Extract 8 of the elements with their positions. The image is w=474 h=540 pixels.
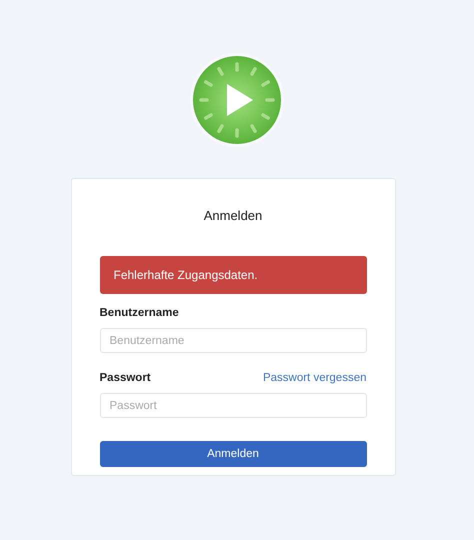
login-title: Anmelden	[202, 208, 264, 224]
username-field[interactable]: Benutzername	[100, 328, 366, 353]
field-label: Benutzername	[100, 307, 179, 319]
error-alert: Fehlerhafte Zugangsdaten.	[100, 256, 366, 294]
password-field[interactable]: Passwort	[100, 393, 366, 418]
field-label: Passwort	[100, 372, 151, 384]
login-button[interactable]: Anmelden	[100, 441, 366, 467]
forgot-password-link[interactable]: Passwort vergessen	[262, 372, 366, 384]
